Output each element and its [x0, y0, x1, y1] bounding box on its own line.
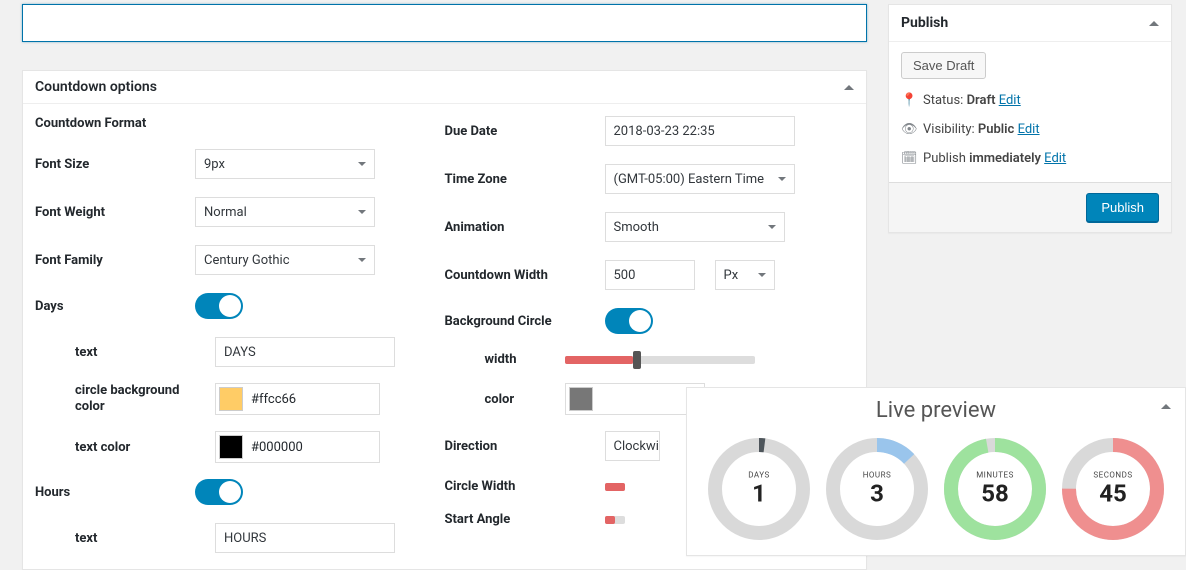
- status-label: Status:: [923, 93, 963, 108]
- visibility-value: Public: [978, 122, 1014, 137]
- color-swatch: [219, 387, 243, 411]
- due-date-input[interactable]: 2018-03-23 22:35: [605, 116, 795, 146]
- publish-box: Publish Save Draft 📍 Status: Draft Edit …: [888, 4, 1172, 233]
- hours-label: Hours: [35, 485, 195, 500]
- schedule-value: immediately: [969, 151, 1041, 166]
- font-weight-label: Font Weight: [35, 205, 195, 220]
- font-weight-select[interactable]: Normal: [195, 197, 375, 227]
- chevron-down-icon: [758, 273, 766, 277]
- bg-width-slider[interactable]: [565, 356, 755, 364]
- font-family-label: Font Family: [35, 253, 195, 268]
- days-bg-color-input[interactable]: #ffcc66: [215, 383, 380, 415]
- publish-button[interactable]: Publish: [1086, 193, 1159, 222]
- collapse-icon[interactable]: [1149, 21, 1159, 26]
- circle-label: DAYS: [748, 471, 770, 480]
- hours-text-label: text: [75, 531, 215, 546]
- collapse-icon[interactable]: [844, 85, 854, 90]
- bg-circle-toggle[interactable]: [605, 308, 653, 334]
- days-text-label: text: [75, 345, 215, 360]
- circle-value: 58: [976, 480, 1014, 508]
- timezone-select[interactable]: (GMT-05:00) Eastern Time: [605, 164, 795, 194]
- calendar-icon: 🗓: [901, 151, 915, 166]
- circle-value: 1: [748, 480, 770, 508]
- animation-select[interactable]: Smooth: [605, 212, 785, 242]
- bg-color-input[interactable]: [565, 383, 705, 415]
- start-angle-slider[interactable]: [605, 516, 625, 524]
- bg-color-label: color: [445, 392, 565, 407]
- chevron-down-icon: [358, 162, 366, 166]
- animation-label: Animation: [445, 220, 605, 235]
- hours-text-input[interactable]: HOURS: [215, 523, 395, 553]
- days-text-input[interactable]: DAYS: [215, 337, 395, 367]
- days-textcolor-label: text color: [75, 440, 215, 455]
- circle-width-slider[interactable]: [605, 483, 625, 491]
- countdown-circle: MINUTES58: [943, 437, 1047, 541]
- days-bg-label: circle background color: [75, 383, 215, 414]
- direction-label: Direction: [445, 439, 605, 454]
- days-textcolor-input[interactable]: #000000: [215, 431, 380, 463]
- font-family-select[interactable]: Century Gothic: [195, 245, 375, 275]
- bg-circle-label: Background Circle: [445, 314, 605, 329]
- collapse-icon[interactable]: [1161, 404, 1171, 409]
- save-draft-button[interactable]: Save Draft: [901, 52, 986, 79]
- chevron-down-icon: [358, 258, 366, 262]
- countdown-format-label: Countdown Format: [35, 116, 195, 131]
- circle-width-label: Circle Width: [445, 479, 605, 494]
- status-edit-link[interactable]: Edit: [999, 93, 1021, 108]
- days-label: Days: [35, 299, 195, 314]
- countdown-circle: HOURS3: [825, 437, 929, 541]
- pin-icon: 📍: [901, 93, 915, 108]
- schedule-edit-link[interactable]: Edit: [1044, 151, 1066, 166]
- panel-title: Countdown options: [35, 79, 157, 95]
- visibility-edit-link[interactable]: Edit: [1018, 122, 1040, 137]
- schedule-label: Publish: [923, 151, 966, 166]
- chevron-down-icon: [778, 177, 786, 181]
- bg-width-label: width: [445, 352, 565, 367]
- direction-select[interactable]: Clockwi: [605, 431, 660, 461]
- countdown-width-label: Countdown Width: [445, 268, 605, 283]
- countdown-circle: DAYS1: [707, 437, 811, 541]
- chevron-down-icon: [358, 210, 366, 214]
- circle-label: HOURS: [863, 471, 892, 480]
- countdown-width-unit-select[interactable]: Px: [715, 260, 775, 290]
- status-value: Draft: [967, 93, 996, 108]
- circle-value: 3: [863, 480, 892, 508]
- publish-title: Publish: [901, 15, 948, 31]
- visibility-label: Visibility:: [923, 122, 975, 137]
- countdown-width-input[interactable]: 500: [605, 260, 695, 290]
- font-size-label: Font Size: [35, 157, 195, 172]
- start-angle-label: Start Angle: [445, 512, 605, 527]
- live-preview-panel: Live preview DAYS1HOURS3MINUTES58SECONDS…: [686, 387, 1186, 556]
- color-swatch: [569, 387, 593, 411]
- preview-title: Live preview: [876, 398, 996, 423]
- hours-toggle[interactable]: [195, 479, 243, 505]
- chevron-down-icon: [768, 225, 776, 229]
- color-swatch: [219, 435, 243, 459]
- days-toggle[interactable]: [195, 293, 243, 319]
- circle-label: SECONDS: [1093, 471, 1132, 480]
- font-size-select[interactable]: 9px: [195, 149, 375, 179]
- timezone-label: Time Zone: [445, 172, 605, 187]
- countdown-circle: SECONDS45: [1061, 437, 1165, 541]
- due-date-label: Due Date: [445, 124, 605, 139]
- circle-value: 45: [1093, 480, 1132, 508]
- title-input[interactable]: [22, 4, 867, 42]
- eye-icon: 👁: [901, 122, 915, 137]
- circle-label: MINUTES: [976, 471, 1014, 480]
